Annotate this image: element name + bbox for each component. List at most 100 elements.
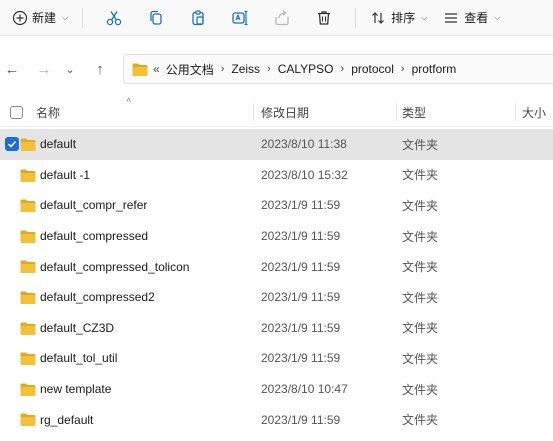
file-name: default_CZ3D bbox=[40, 320, 115, 335]
navigation-row: ← → ⌄ ↑ « 公用文档 › Zeiss › CALYPSO › proto… bbox=[0, 51, 553, 87]
file-name: default_compr_refer bbox=[40, 198, 148, 213]
share-icon bbox=[275, 9, 289, 25]
folder-icon bbox=[132, 63, 148, 76]
paste-button[interactable] bbox=[184, 4, 212, 32]
chevron-down-icon: ⌵ bbox=[62, 12, 69, 22]
sort-button[interactable]: 排序 ⌵ bbox=[366, 4, 431, 32]
file-name: new template bbox=[40, 382, 112, 397]
column-header-date[interactable]: 修改日期 bbox=[257, 97, 397, 127]
file-date: 2023/1/9 11:59 bbox=[261, 259, 341, 274]
folder-icon bbox=[20, 352, 36, 366]
new-button[interactable]: 新建 ⌵ bbox=[8, 4, 72, 32]
folder-icon bbox=[20, 199, 36, 213]
address-bar[interactable]: « 公用文档 › Zeiss › CALYPSO › protocol › pr… bbox=[123, 54, 553, 84]
delete-icon bbox=[318, 10, 331, 25]
chevron-right-icon[interactable]: › bbox=[221, 63, 225, 75]
file-row[interactable]: default_compr_refer 2023/1/9 11:59 文件夹 bbox=[0, 190, 553, 221]
file-row[interactable]: default_CZ3D 2023/1/9 11:59 文件夹 bbox=[0, 313, 553, 344]
copy-button[interactable] bbox=[142, 4, 170, 32]
column-size-label: 大小 bbox=[522, 105, 547, 120]
rename-icon bbox=[232, 10, 248, 25]
file-type: 文件夹 bbox=[402, 168, 439, 183]
row-checkbox[interactable] bbox=[5, 137, 19, 151]
file-date: 2023/1/9 11:59 bbox=[261, 351, 341, 366]
copy-icon bbox=[150, 10, 162, 25]
file-date: 2023/1/9 11:59 bbox=[261, 229, 341, 244]
arrow-right-icon: → bbox=[36, 60, 52, 78]
breadcrumb-protocol[interactable]: protocol bbox=[351, 62, 394, 76]
view-button[interactable]: 查看 ⌵ bbox=[439, 4, 504, 32]
file-type: 文件夹 bbox=[402, 321, 439, 336]
chevron-down-icon: ⌵ bbox=[494, 12, 501, 22]
file-type: 文件夹 bbox=[402, 198, 439, 213]
breadcrumb-public-documents[interactable]: 公用文档 bbox=[166, 61, 214, 78]
file-date: 2023/1/9 11:59 bbox=[261, 320, 341, 335]
column-type-label: 类型 bbox=[402, 105, 427, 120]
file-date: 2023/8/10 11:38 bbox=[261, 137, 347, 152]
file-date: 2023/1/9 11:59 bbox=[261, 290, 341, 305]
file-type: 文件夹 bbox=[402, 260, 439, 275]
rename-button[interactable] bbox=[226, 4, 254, 32]
file-row[interactable]: rg_default 2023/1/9 11:59 文件夹 bbox=[0, 404, 553, 435]
folder-icon bbox=[20, 383, 36, 396]
share-button[interactable] bbox=[268, 4, 296, 32]
file-name: default bbox=[40, 137, 77, 152]
column-date-label: 修改日期 bbox=[261, 105, 310, 120]
column-header-name[interactable]: 名称 ˄ bbox=[32, 95, 254, 127]
toolbar-divider bbox=[355, 7, 357, 28]
forward-button[interactable]: → bbox=[32, 55, 56, 83]
sort-ascending-icon: ˄ bbox=[126, 95, 132, 105]
chevron-right-icon[interactable]: › bbox=[267, 63, 271, 75]
file-date: 2023/8/10 10:47 bbox=[261, 382, 348, 397]
file-date: 2023/1/9 11:59 bbox=[261, 412, 341, 427]
folder-icon bbox=[20, 230, 36, 243]
file-name: default_compressed bbox=[40, 229, 149, 244]
file-row[interactable]: default -1 2023/8/10 15:32 文件夹 bbox=[0, 160, 553, 191]
arrow-up-icon: ↑ bbox=[96, 60, 104, 78]
overflow-crumbs-button[interactable]: « bbox=[153, 62, 160, 76]
file-name: default_compressed2 bbox=[40, 290, 155, 305]
file-row[interactable]: new template 2023/8/10 10:47 文件夹 bbox=[0, 374, 553, 405]
plus-circle-icon bbox=[12, 10, 28, 25]
file-name: default -1 bbox=[40, 167, 91, 182]
breadcrumb-zeiss[interactable]: Zeiss bbox=[231, 62, 260, 76]
new-button-label: 新建 bbox=[32, 11, 57, 25]
chevron-down-icon: ⌵ bbox=[421, 12, 428, 22]
column-name-label: 名称 bbox=[36, 105, 61, 120]
checkmark-icon bbox=[7, 140, 17, 148]
file-row[interactable]: default_tol_util 2023/1/9 11:59 文件夹 bbox=[0, 343, 553, 374]
folder-icon bbox=[20, 169, 36, 182]
breadcrumb-calypso[interactable]: CALYPSO bbox=[278, 62, 334, 76]
file-name: rg_default bbox=[40, 412, 94, 427]
folder-icon bbox=[20, 322, 36, 335]
column-header-type[interactable]: 类型 bbox=[398, 97, 516, 127]
file-row[interactable]: default 2023/8/10 11:38 文件夹 bbox=[0, 129, 553, 160]
view-icon bbox=[445, 12, 458, 23]
file-date: 2023/8/10 15:32 bbox=[261, 167, 348, 182]
toolbar-divider bbox=[82, 7, 84, 28]
up-button[interactable]: ↑ bbox=[88, 55, 112, 83]
file-type: 文件夹 bbox=[402, 290, 439, 305]
file-row[interactable]: default_compressed_tolicon 2023/1/9 11:59… bbox=[0, 251, 553, 282]
folder-icon bbox=[20, 260, 36, 274]
cut-button[interactable] bbox=[100, 4, 128, 32]
file-row[interactable]: default_compressed2 2023/1/9 11:59 文件夹 bbox=[0, 282, 553, 313]
select-all-checkbox[interactable] bbox=[10, 106, 23, 119]
file-type: 文件夹 bbox=[402, 137, 439, 152]
chevron-right-icon[interactable]: › bbox=[341, 63, 345, 75]
sort-icon bbox=[372, 11, 385, 24]
back-button[interactable]: ← bbox=[0, 55, 24, 83]
file-name: default_tol_util bbox=[40, 351, 118, 366]
delete-button[interactable] bbox=[310, 4, 338, 32]
file-row[interactable]: default_compressed 2023/1/9 11:59 文件夹 bbox=[0, 221, 553, 252]
chevron-right-icon[interactable]: › bbox=[401, 63, 405, 75]
breadcrumb-protform[interactable]: protform bbox=[412, 62, 457, 76]
arrow-left-icon: ← bbox=[4, 60, 20, 78]
recent-locations-button[interactable]: ⌄ bbox=[58, 55, 82, 83]
column-header: 名称 ˄ 修改日期 类型 大小 bbox=[0, 95, 553, 127]
column-header-size[interactable]: 大小 bbox=[518, 97, 553, 127]
file-name: default_compressed_tolicon bbox=[40, 259, 190, 274]
cut-icon bbox=[106, 10, 122, 25]
chevron-down-icon: ⌄ bbox=[65, 63, 75, 76]
view-button-label: 查看 bbox=[464, 11, 489, 25]
